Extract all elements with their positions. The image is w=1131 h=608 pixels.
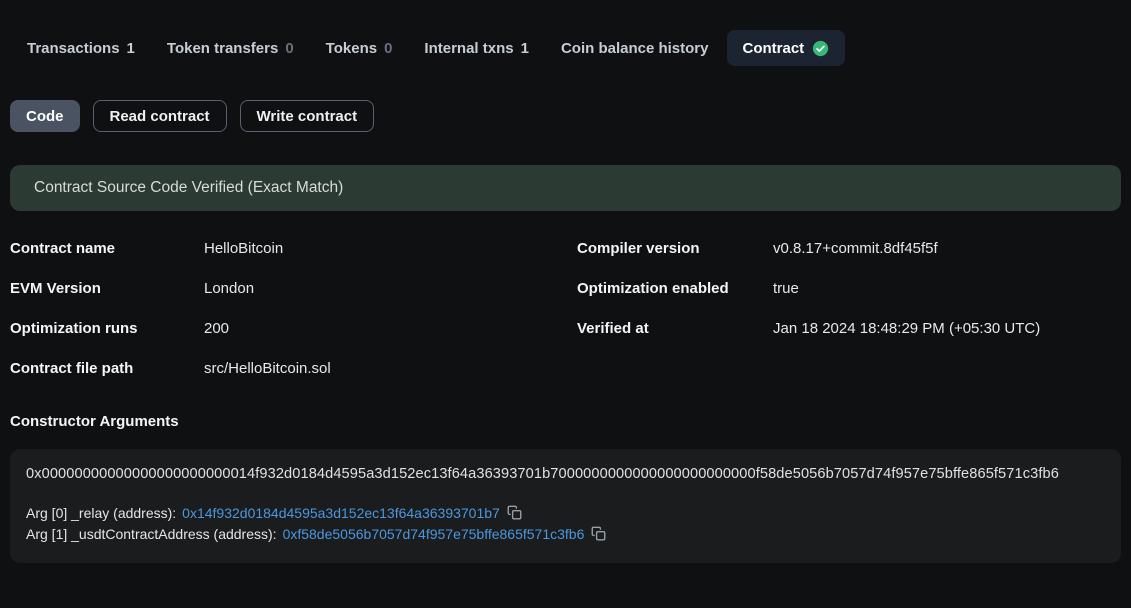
code-button[interactable]: Code	[10, 100, 80, 132]
constructor-args-list: Arg [0] _relay (address): 0x14f932d0184d…	[26, 502, 1105, 544]
contract-subnav: Code Read contract Write contract	[10, 100, 1131, 132]
tab-label: Contract	[743, 40, 805, 57]
tab-contract[interactable]: Contract	[727, 30, 846, 66]
verified-banner-text: Contract Source Code Verified (Exact Mat…	[34, 179, 343, 197]
constructor-raw-hex: 0x00000000000000000000000014f932d0184d45…	[26, 466, 1105, 482]
info-value: src/HelloBitcoin.sol	[204, 360, 331, 377]
tab-label: Token transfers	[167, 40, 278, 57]
arg-address-link[interactable]: 0x14f932d0184d4595a3d152ec13f64a36393701…	[182, 505, 500, 521]
tab-internal-txns[interactable]: Internal txns 1	[424, 40, 529, 57]
constructor-arguments-title: Constructor Arguments	[10, 413, 1131, 432]
info-value: HelloBitcoin	[204, 240, 283, 257]
info-label: Verified at	[577, 320, 773, 337]
info-value: true	[773, 280, 799, 297]
tab-coin-balance-history[interactable]: Coin balance history	[561, 40, 709, 57]
contract-info-left-column: Contract name HelloBitcoin EVM Version L…	[10, 228, 577, 388]
info-value: Jan 18 2024 18:48:29 PM (+05:30 UTC)	[773, 320, 1040, 337]
tab-transactions[interactable]: Transactions 1	[27, 40, 135, 57]
tab-bar: Transactions 1 Token transfers 0 Tokens …	[27, 30, 1131, 66]
read-contract-button[interactable]: Read contract	[93, 100, 227, 132]
arg-label: Arg [0] _relay (address):	[26, 505, 176, 521]
info-label: Contract name	[10, 240, 204, 257]
info-row-evm-version: EVM Version London	[10, 268, 577, 308]
constructor-arg-row: Arg [0] _relay (address): 0x14f932d0184d…	[26, 502, 1105, 523]
info-label: Optimization enabled	[577, 280, 773, 297]
copy-icon[interactable]	[507, 505, 522, 520]
info-row-verified-at: Verified at Jan 18 2024 18:48:29 PM (+05…	[577, 308, 1121, 348]
verified-banner: Contract Source Code Verified (Exact Mat…	[10, 165, 1121, 211]
tab-tokens[interactable]: Tokens 0	[326, 40, 393, 57]
tab-label: Transactions	[27, 40, 120, 57]
info-label: Optimization runs	[10, 320, 204, 337]
copy-icon[interactable]	[591, 526, 606, 541]
constructor-arg-row: Arg [1] _usdtContractAddress (address): …	[26, 523, 1105, 544]
info-value: London	[204, 280, 254, 297]
info-label: Compiler version	[577, 240, 773, 257]
info-row-contract-file-path: Contract file path src/HelloBitcoin.sol	[10, 348, 577, 388]
arg-label: Arg [1] _usdtContractAddress (address):	[26, 526, 277, 542]
info-label: EVM Version	[10, 280, 204, 297]
contract-info-grid: Contract name HelloBitcoin EVM Version L…	[10, 228, 1121, 388]
tab-label: Coin balance history	[561, 40, 709, 57]
contract-info-right-column: Compiler version v0.8.17+commit.8df45f5f…	[577, 228, 1121, 388]
tab-label: Internal txns	[424, 40, 513, 57]
info-row-contract-name: Contract name HelloBitcoin	[10, 228, 577, 268]
arg-address-link[interactable]: 0xf58de5056b7057d74f957e75bffe865f571c3f…	[283, 526, 585, 542]
tab-label: Tokens	[326, 40, 377, 57]
info-value: 200	[204, 320, 229, 337]
info-row-optimization-runs: Optimization runs 200	[10, 308, 577, 348]
tab-token-transfers[interactable]: Token transfers 0	[167, 40, 294, 57]
info-value: v0.8.17+commit.8df45f5f	[773, 240, 938, 257]
info-row-optimization-enabled: Optimization enabled true	[577, 268, 1121, 308]
constructor-arguments-panel: 0x00000000000000000000000014f932d0184d45…	[10, 449, 1121, 563]
check-circle-icon	[812, 40, 829, 57]
info-row-compiler-version: Compiler version v0.8.17+commit.8df45f5f	[577, 228, 1121, 268]
tab-count: 1	[127, 40, 135, 57]
tab-count: 0	[285, 40, 293, 57]
tab-count: 1	[521, 40, 529, 57]
tab-count: 0	[384, 40, 392, 57]
write-contract-button[interactable]: Write contract	[240, 100, 375, 132]
info-label: Contract file path	[10, 360, 204, 377]
